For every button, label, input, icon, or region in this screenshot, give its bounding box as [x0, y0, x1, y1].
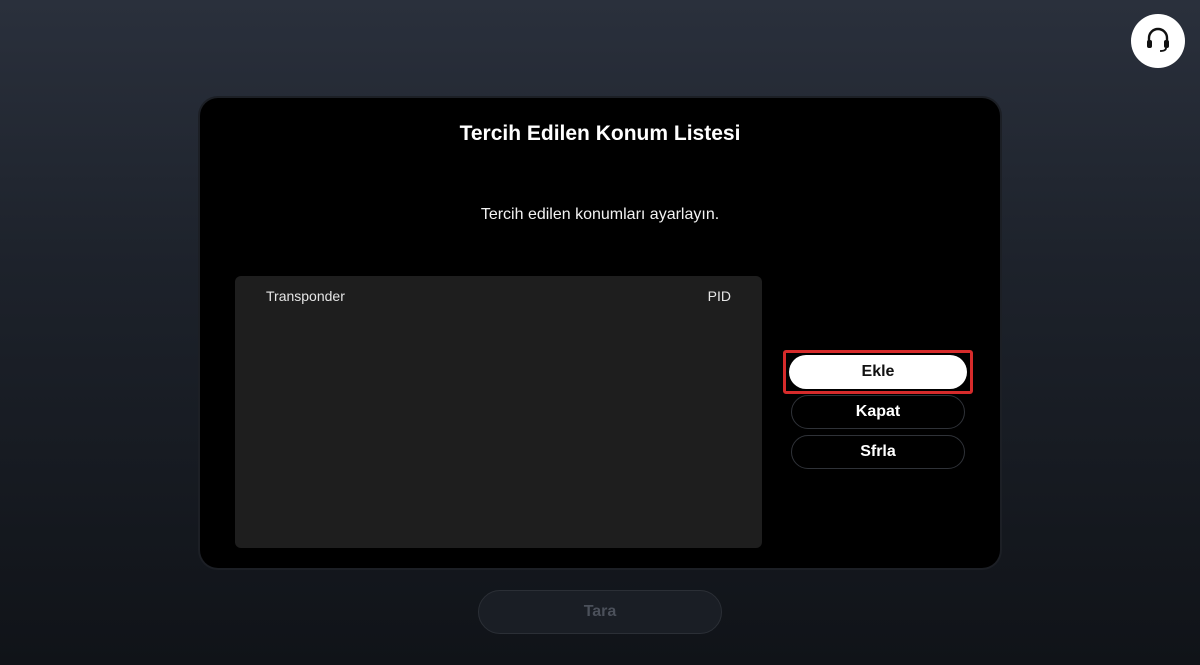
close-button[interactable]: Kapat [791, 395, 965, 429]
column-header-pid: PID [707, 288, 731, 304]
dialog-title: Tercih Edilen Konum Listesi [459, 122, 741, 145]
preferred-location-dialog: Tercih Edilen Konum Listesi Tercih edile… [200, 98, 1000, 568]
scan-button[interactable]: Tara [478, 590, 722, 634]
headset-icon [1143, 24, 1173, 59]
support-button[interactable] [1131, 14, 1185, 68]
column-header-transponder: Transponder [266, 288, 345, 304]
location-list[interactable]: Transponder PID [235, 276, 762, 548]
dialog-subtitle: Tercih edilen konumları ayarlayın. [480, 206, 720, 223]
add-button[interactable]: Ekle [789, 355, 967, 389]
reset-button[interactable]: Sfrla [791, 435, 965, 469]
